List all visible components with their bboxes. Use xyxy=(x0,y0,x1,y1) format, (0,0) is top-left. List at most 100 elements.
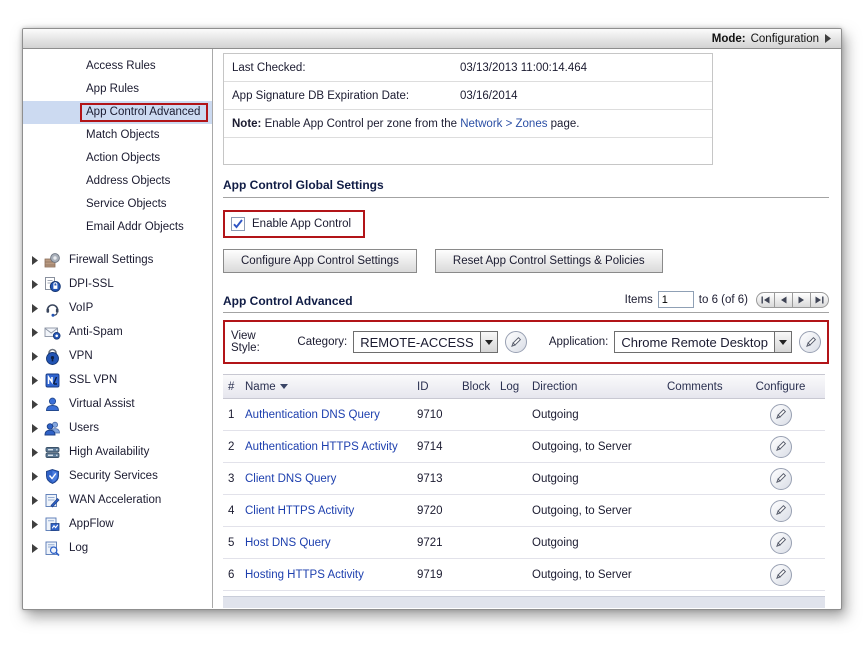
dpi-ssl-icon xyxy=(44,276,62,293)
advanced-title: App Control Advanced xyxy=(223,294,353,308)
header-comments: Comments xyxy=(667,381,738,393)
sidebar-group-security-services[interactable]: Security Services xyxy=(23,464,212,488)
sidebar-group-log[interactable]: Log xyxy=(23,536,212,560)
pagination: Items to 6 (of 6) xyxy=(625,291,829,308)
prev-page-button[interactable] xyxy=(774,292,793,308)
header-num: # xyxy=(223,381,245,393)
expand-arrow-icon[interactable] xyxy=(32,256,38,265)
sidebar-group-anti-spam[interactable]: Anti-Spam xyxy=(23,320,212,344)
configure-row-button[interactable] xyxy=(770,500,792,522)
header-direction: Direction xyxy=(532,381,667,393)
users-icon xyxy=(44,420,62,437)
selected-item-annotation-box: App Control Advanced xyxy=(80,103,208,122)
table-row: 1 Authentication DNS Query 9710 Outgoing xyxy=(223,399,825,431)
sidebar-item-service-objects[interactable]: Service Objects xyxy=(23,193,212,216)
expand-arrow-icon[interactable] xyxy=(32,544,38,553)
expand-arrow-icon[interactable] xyxy=(32,400,38,409)
sidebar-group-dpi-ssl[interactable]: DPI-SSL xyxy=(23,272,212,296)
configure-row-button[interactable] xyxy=(770,468,792,490)
last-page-button[interactable] xyxy=(810,292,829,308)
signature-link[interactable]: Client DNS Query xyxy=(245,473,417,485)
configure-row-button[interactable] xyxy=(770,532,792,554)
enable-app-control-checkbox[interactable] xyxy=(231,217,245,231)
sidebar-group-vpn[interactable]: VPN xyxy=(23,344,212,368)
reset-app-control-button[interactable]: Reset App Control Settings & Policies xyxy=(435,249,663,273)
network-zones-link[interactable]: Network > Zones xyxy=(460,118,547,130)
header-name[interactable]: Name xyxy=(245,381,417,393)
sidebar-item-access-rules[interactable]: Access Rules xyxy=(23,55,212,78)
expand-arrow-icon[interactable] xyxy=(32,280,38,289)
application-value: Chrome Remote Desktop xyxy=(615,335,774,350)
chevron-down-icon[interactable] xyxy=(774,332,791,352)
global-settings-title: App Control Global Settings xyxy=(223,178,829,198)
edit-category-button[interactable] xyxy=(505,331,527,353)
expand-arrow-icon[interactable] xyxy=(32,520,38,529)
header-log: Log xyxy=(500,381,532,393)
signature-info-panel: Last Checked: 03/13/2013 11:00:14.464 Ap… xyxy=(223,53,713,165)
table-row: 4 Client HTTPS Activity 9720 Outgoing, t… xyxy=(223,495,825,527)
high-availability-icon xyxy=(44,444,62,461)
sidebar-group-voip[interactable]: VoIP xyxy=(23,296,212,320)
configure-app-control-button[interactable]: Configure App Control Settings xyxy=(223,249,417,273)
sidebar-group-virtual-assist[interactable]: Virtual Assist xyxy=(23,392,212,416)
sidebar-item-match-objects[interactable]: Match Objects xyxy=(23,124,212,147)
sidebar-group-firewall-settings[interactable]: Firewall Settings xyxy=(23,248,212,272)
items-label: Items xyxy=(625,294,653,306)
application-dropdown[interactable]: Chrome Remote Desktop xyxy=(614,331,792,353)
mode-value[interactable]: Configuration xyxy=(751,33,819,45)
sidebar-group-users[interactable]: Users xyxy=(23,416,212,440)
category-label: Category: xyxy=(297,336,347,348)
sidebar-item-app-control-advanced[interactable]: App Control Advanced xyxy=(23,101,212,124)
sidebar-item-email-addr-objects[interactable]: Email Addr Objects xyxy=(23,216,212,239)
expand-arrow-icon[interactable] xyxy=(32,304,38,313)
expand-arrow-icon[interactable] xyxy=(32,352,38,361)
last-checked-label: Last Checked: xyxy=(232,62,460,74)
security-services-icon xyxy=(44,468,62,485)
configure-row-button[interactable] xyxy=(770,404,792,426)
expand-arrow-icon[interactable] xyxy=(32,496,38,505)
sidebar-item-app-rules[interactable]: App Rules xyxy=(23,78,212,101)
configure-row-button[interactable] xyxy=(770,564,792,586)
category-dropdown[interactable]: REMOTE-ACCESS xyxy=(353,331,497,353)
sidebar-item-address-objects[interactable]: Address Objects xyxy=(23,170,212,193)
chevron-down-icon[interactable] xyxy=(480,332,497,352)
view-style-label: View Style: xyxy=(231,330,279,354)
category-value: REMOTE-ACCESS xyxy=(354,335,479,350)
items-input[interactable] xyxy=(658,291,694,308)
configure-row-button[interactable] xyxy=(770,436,792,458)
main-content: Last Checked: 03/13/2013 11:00:14.464 Ap… xyxy=(213,49,841,608)
last-checked-value: 03/13/2013 11:00:14.464 xyxy=(460,62,587,74)
expand-arrow-icon[interactable] xyxy=(32,328,38,337)
wan-acceleration-icon xyxy=(44,492,62,509)
appflow-icon xyxy=(44,516,62,533)
next-page-button[interactable] xyxy=(792,292,811,308)
sidebar-group-appflow[interactable]: AppFlow xyxy=(23,512,212,536)
sidebar-group-high-availability[interactable]: High Availability xyxy=(23,440,212,464)
db-expiration-value: 03/16/2014 xyxy=(460,90,518,102)
signatures-table: # Name ID Block Log Direction Comments C… xyxy=(223,374,825,608)
signature-link[interactable]: Authentication HTTPS Activity xyxy=(245,441,417,453)
signature-link[interactable]: Host DNS Query xyxy=(245,537,417,549)
log-icon xyxy=(44,540,62,557)
signature-link[interactable]: Authentication DNS Query xyxy=(245,409,417,421)
signature-link[interactable]: Client HTTPS Activity xyxy=(245,505,417,517)
app-window: Mode: Configuration Access Rules App Rul… xyxy=(22,28,842,610)
view-style-annotation-box: View Style: Category: REMOTE-ACCESS Appl… xyxy=(223,320,829,364)
sidebar-item-action-objects[interactable]: Action Objects xyxy=(23,147,212,170)
vpn-icon xyxy=(44,348,62,365)
table-row: 3 Client DNS Query 9713 Outgoing xyxy=(223,463,825,495)
mode-expand-icon[interactable] xyxy=(825,34,831,43)
table-header-row: # Name ID Block Log Direction Comments C… xyxy=(223,374,825,399)
expand-arrow-icon[interactable] xyxy=(32,448,38,457)
expand-arrow-icon[interactable] xyxy=(32,424,38,433)
signature-link[interactable]: Hosting HTTPS Activity xyxy=(245,569,417,581)
sidebar-group-ssl-vpn[interactable]: SSL VPN xyxy=(23,368,212,392)
first-page-button[interactable] xyxy=(756,292,775,308)
info-row-db-expiration: App Signature DB Expiration Date: 03/16/… xyxy=(224,82,712,110)
voip-icon xyxy=(44,300,62,317)
virtual-assist-icon xyxy=(44,396,62,413)
expand-arrow-icon[interactable] xyxy=(32,376,38,385)
edit-application-button[interactable] xyxy=(799,331,821,353)
expand-arrow-icon[interactable] xyxy=(32,472,38,481)
sidebar-group-wan-acceleration[interactable]: WAN Acceleration xyxy=(23,488,212,512)
